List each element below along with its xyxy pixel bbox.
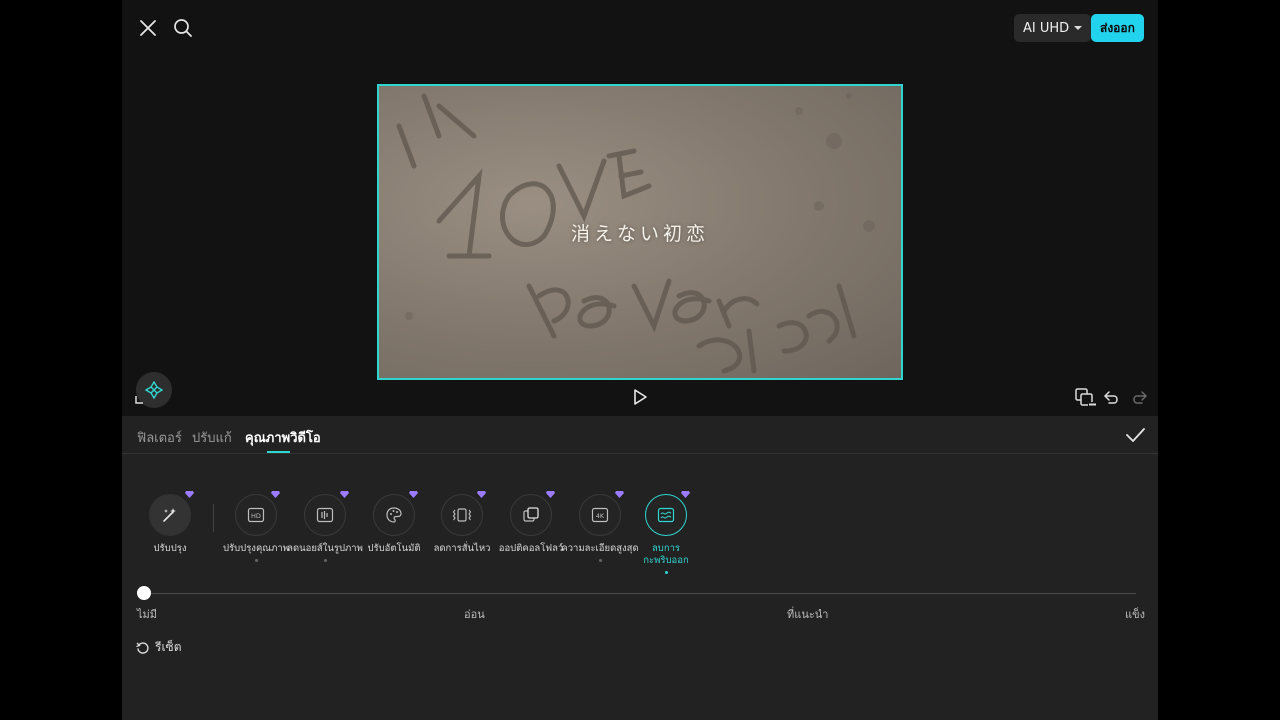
video-preview[interactable]: 消えない初恋	[377, 84, 903, 380]
status-dot	[254, 559, 258, 562]
tool-label: ลดนอยส์ในรูปภาพ	[287, 543, 363, 554]
play-button[interactable]	[630, 387, 650, 407]
deflicker-icon	[657, 507, 675, 523]
tool-stabilize[interactable]: ลดการสั่นไหว	[422, 491, 502, 555]
svg-text:HD: HD	[251, 512, 261, 520]
tool-optical-flow[interactable]: ออปติคอลโฟลว์	[491, 491, 571, 555]
tool-label: ปรับอัตโนมัติ	[367, 543, 421, 554]
tool-label: ปรับปรุงคุณภาพ	[223, 543, 289, 554]
undo-button[interactable]	[1103, 388, 1121, 406]
tab-video-quality[interactable]: คุณภาพวิดีโอ	[245, 427, 321, 448]
palette-icon	[386, 507, 402, 523]
tool-enhance-circle	[149, 491, 194, 536]
compare-toggle-button[interactable]	[1074, 387, 1098, 409]
premium-gem-icon	[681, 491, 690, 498]
close-button[interactable]	[134, 14, 162, 42]
tab-bar: ฟิลเตอร์ ปรับแก้ คุณภาพวิดีโอ	[122, 416, 1158, 454]
premium-gem-icon	[271, 491, 280, 498]
tab-filters[interactable]: ฟิลเตอร์	[137, 427, 182, 448]
premium-gem-icon	[615, 491, 624, 498]
reset-label: รีเซ็ต	[155, 640, 182, 654]
video-subtitle[interactable]: 消えない初恋	[379, 219, 901, 246]
quality-label: AI UHD	[1023, 20, 1070, 36]
premium-gem-icon	[340, 491, 349, 498]
premium-gem-icon	[185, 491, 194, 498]
4k-icon: 4K	[591, 507, 609, 523]
caret-down-icon	[1074, 26, 1083, 30]
slider-label-none: ไม่มี	[137, 608, 158, 621]
tool-enhance-quality[interactable]: HD ปรับปรุงคุณภาพ	[216, 491, 296, 562]
intensity-slider-track[interactable]	[144, 593, 1136, 594]
editor-window: AI UHD ส่งออก 消えない初恋 ฟิลเตอร์ ปรับแก้ คุ…	[122, 0, 1158, 720]
tool-label-line: กะพริบออก	[643, 555, 689, 566]
tool-label: ลบการ กะพริบออก	[643, 543, 688, 567]
adjust-panel: ฟิลเตอร์ ปรับแก้ คุณภาพวิดีโอ ปรับปรุง H…	[122, 416, 1158, 720]
tool-label-line: ลบการ	[651, 543, 681, 554]
stabilize-icon	[452, 508, 472, 522]
tool-circle	[373, 491, 418, 536]
reset-icon	[136, 641, 149, 654]
slider-label-recommended: ที่แนะนำ	[787, 608, 829, 621]
tool-label: ลดการสั่นไหว	[433, 543, 491, 554]
close-icon	[140, 20, 156, 36]
undo-icon	[1103, 391, 1118, 404]
tool-divider	[213, 504, 214, 532]
status-dot	[323, 559, 327, 562]
checkmark-icon	[1126, 428, 1145, 442]
tool-circle	[645, 491, 690, 536]
svg-text:4K: 4K	[596, 512, 605, 520]
search-icon	[174, 19, 192, 37]
search-button[interactable]	[169, 14, 197, 42]
tool-enhance[interactable]: ปรับปรุง	[130, 491, 210, 555]
hd-icon: HD	[247, 507, 265, 523]
denoise-icon	[316, 507, 334, 523]
tool-label: ปรับปรุง	[153, 543, 187, 554]
intensity-slider-thumb[interactable]	[137, 586, 151, 600]
tab-adjust[interactable]: ปรับแก้	[192, 427, 232, 448]
confirm-button[interactable]	[1124, 424, 1146, 446]
top-bar: AI UHD ส่งออก	[122, 0, 1158, 56]
tool-label: ออปติคอลโฟลว์	[498, 543, 564, 554]
tool-circle	[510, 491, 555, 536]
quality-dropdown[interactable]: AI UHD	[1014, 14, 1092, 42]
reset-button[interactable]: รีเซ็ต	[136, 638, 181, 657]
compare-off-icon	[1075, 388, 1097, 408]
expand-icon	[135, 396, 143, 404]
tool-circle: 4K	[579, 491, 624, 536]
tool-circle: HD	[235, 491, 280, 536]
export-label: ส่งออก	[1100, 20, 1135, 35]
fullscreen-button[interactable]	[133, 391, 147, 405]
keyframe-icon	[145, 381, 163, 399]
tool-circle	[441, 491, 486, 536]
redo-button[interactable]	[1130, 388, 1148, 406]
export-button[interactable]: ส่งออก	[1091, 14, 1144, 42]
premium-gem-icon	[546, 491, 555, 498]
premium-gem-icon	[409, 491, 418, 498]
status-dot	[598, 559, 602, 562]
optical-flow-icon	[523, 507, 539, 522]
redo-icon	[1133, 391, 1148, 404]
tool-denoise[interactable]: ลดนอยส์ในรูปภาพ	[285, 491, 365, 562]
active-tab-indicator	[267, 451, 290, 453]
slider-label-weak: อ่อน	[464, 608, 485, 621]
premium-gem-icon	[477, 491, 486, 498]
tool-deflicker[interactable]: ลบการ กะพริบออก	[626, 491, 706, 574]
magic-wand-icon	[163, 508, 176, 522]
play-icon	[634, 389, 647, 405]
selected-dot	[664, 571, 668, 574]
slider-label-strong: แข็ง	[1125, 608, 1145, 621]
quality-tools: ปรับปรุง HD ปรับปรุงคุณภาพ ลดนอยส์ในรูปภ…	[122, 491, 1158, 574]
tool-circle	[304, 491, 349, 536]
